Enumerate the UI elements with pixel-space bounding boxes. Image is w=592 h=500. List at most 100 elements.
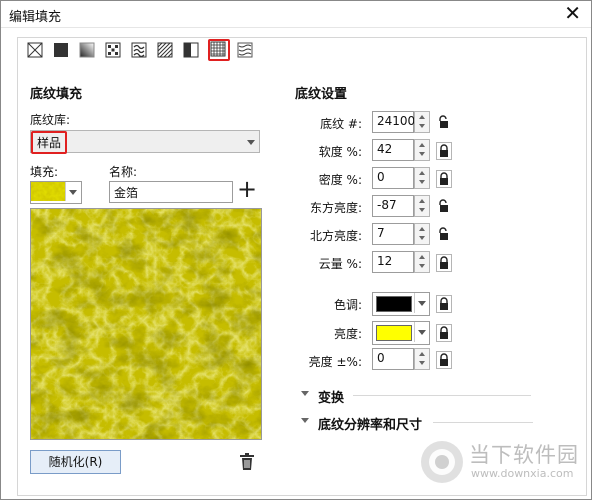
- watermark-title: 当下软件园: [469, 443, 579, 467]
- param-spinner[interactable]: [414, 139, 430, 161]
- param-value-field[interactable]: 24100: [372, 111, 415, 133]
- library-label: 底纹库:: [30, 113, 71, 127]
- edit-fill-dialog: 编辑填充 ✕ 底纹填充 底纹库: 样品 填充: 名称: 金箔 + 随机化(R) …: [0, 0, 592, 500]
- no-fill-button[interactable]: [26, 41, 46, 61]
- texture-fill-button[interactable]: [208, 39, 230, 61]
- brightness-pm-label: 亮度 ±%:: [308, 355, 362, 369]
- spin-down-icon[interactable]: [415, 206, 429, 216]
- resolution-section[interactable]: 底纹分辨率和尺寸: [301, 414, 536, 433]
- randomize-button[interactable]: 随机化(R): [30, 450, 121, 474]
- param-value-field[interactable]: 7: [372, 223, 414, 245]
- spin-down-icon[interactable]: [415, 234, 429, 244]
- hue-color-picker[interactable]: [372, 292, 430, 316]
- uniform-fill-icon: [54, 43, 68, 57]
- param-value-field[interactable]: 42: [372, 139, 414, 161]
- param-spinner[interactable]: [414, 111, 430, 133]
- transform-section-label: 变换: [318, 391, 345, 406]
- spin-down-icon[interactable]: [415, 178, 429, 188]
- name-label: 名称:: [109, 165, 138, 179]
- texture-settings-heading: 底纹设置: [295, 87, 348, 102]
- param-label: 密度 %:: [318, 173, 362, 187]
- param-spinner[interactable]: [414, 251, 430, 273]
- watermark-logo-icon: [421, 441, 463, 483]
- close-button[interactable]: ✕: [564, 3, 581, 23]
- spin-up-icon[interactable]: [415, 349, 429, 359]
- fill-swatch-picker[interactable]: [30, 181, 82, 204]
- spin-down-icon[interactable]: [415, 150, 429, 160]
- spin-up-icon[interactable]: [415, 168, 429, 178]
- bitmap-pattern-button[interactable]: [130, 41, 150, 61]
- texture-swatch-icon: [31, 182, 65, 201]
- texture-library-select[interactable]: 样品: [30, 130, 260, 154]
- param-label: 底纹 #:: [320, 117, 362, 131]
- param-spinner[interactable]: [414, 195, 430, 217]
- half-fill-icon: [183, 42, 199, 58]
- param-label: 东方亮度:: [309, 201, 362, 215]
- collapse-icon: [301, 391, 309, 396]
- fill-type-toolbar: [17, 37, 587, 65]
- title-bar: 编辑填充 ✕: [1, 1, 591, 28]
- hue-label: 色调:: [333, 298, 362, 312]
- param-unlock-button[interactable]: [436, 226, 452, 242]
- param-lock-button[interactable]: [436, 254, 452, 272]
- watermark-url: www.downxia.com: [471, 467, 574, 480]
- chevron-down-icon: [414, 293, 429, 313]
- spin-down-icon[interactable]: [415, 122, 429, 132]
- no-fill-icon: [27, 42, 43, 58]
- half-fill-button[interactable]: [182, 41, 202, 61]
- param-value-field[interactable]: 12: [372, 251, 414, 273]
- brightness-color-picker[interactable]: [372, 321, 430, 345]
- param-value-field[interactable]: 0: [372, 167, 414, 189]
- param-value-field[interactable]: -87: [372, 195, 414, 217]
- texture-preview-image: [31, 209, 261, 439]
- section-divider: [433, 422, 533, 423]
- unlock-icon: [439, 115, 448, 128]
- param-unlock-button[interactable]: [436, 198, 452, 214]
- brightness-pm-spinner[interactable]: [414, 348, 430, 370]
- spin-up-icon[interactable]: [415, 252, 429, 262]
- vector-pattern-button[interactable]: [104, 41, 124, 61]
- unlock-icon: [439, 227, 448, 240]
- spin-down-icon[interactable]: [415, 262, 429, 272]
- texture-fill-icon: [210, 41, 226, 57]
- spin-down-icon[interactable]: [415, 359, 429, 369]
- param-unlock-button[interactable]: [436, 114, 452, 130]
- lock-icon: [440, 326, 448, 339]
- trash-icon[interactable]: [239, 453, 255, 471]
- add-texture-button[interactable]: +: [237, 175, 257, 203]
- fountain-fill-button[interactable]: [78, 41, 98, 61]
- texture-name-field[interactable]: 金箔: [109, 181, 233, 203]
- brightness-lock-button[interactable]: [436, 324, 452, 342]
- fountain-fill-icon: [79, 42, 95, 58]
- resolution-section-label: 底纹分辨率和尺寸: [318, 418, 423, 433]
- transform-section[interactable]: 变换: [301, 387, 536, 406]
- hue-lock-button[interactable]: [436, 295, 452, 313]
- fill-label: 填充:: [30, 165, 59, 179]
- texture-fill-heading: 底纹填充: [30, 87, 83, 102]
- two-color-pattern-icon: [157, 42, 173, 58]
- param-spinner[interactable]: [414, 167, 430, 189]
- postscript-fill-button[interactable]: [236, 41, 256, 61]
- spin-up-icon[interactable]: [415, 196, 429, 206]
- param-lock-button[interactable]: [436, 170, 452, 188]
- spin-up-icon[interactable]: [415, 224, 429, 234]
- param-label: 软度 %:: [318, 145, 362, 159]
- spin-up-icon[interactable]: [415, 112, 429, 122]
- vector-pattern-icon: [105, 42, 121, 58]
- param-lock-button[interactable]: [436, 142, 452, 160]
- two-color-pattern-button[interactable]: [156, 41, 176, 61]
- param-spinner[interactable]: [414, 223, 430, 245]
- texture-preview: [30, 208, 262, 440]
- uniform-fill-button[interactable]: [52, 41, 72, 61]
- unlock-icon: [439, 199, 448, 212]
- spin-up-icon[interactable]: [415, 140, 429, 150]
- section-divider: [353, 395, 531, 396]
- site-watermark: 当下软件园 www.downxia.com: [419, 437, 579, 487]
- param-label: 云量 %:: [318, 257, 362, 271]
- chevron-down-icon: [65, 182, 81, 201]
- brightness-pm-field[interactable]: 0: [372, 348, 414, 370]
- postscript-fill-icon: [237, 42, 253, 58]
- brightness-pm-lock-button[interactable]: [436, 351, 452, 369]
- window-title: 编辑填充: [9, 10, 62, 25]
- hue-swatch: [376, 296, 412, 312]
